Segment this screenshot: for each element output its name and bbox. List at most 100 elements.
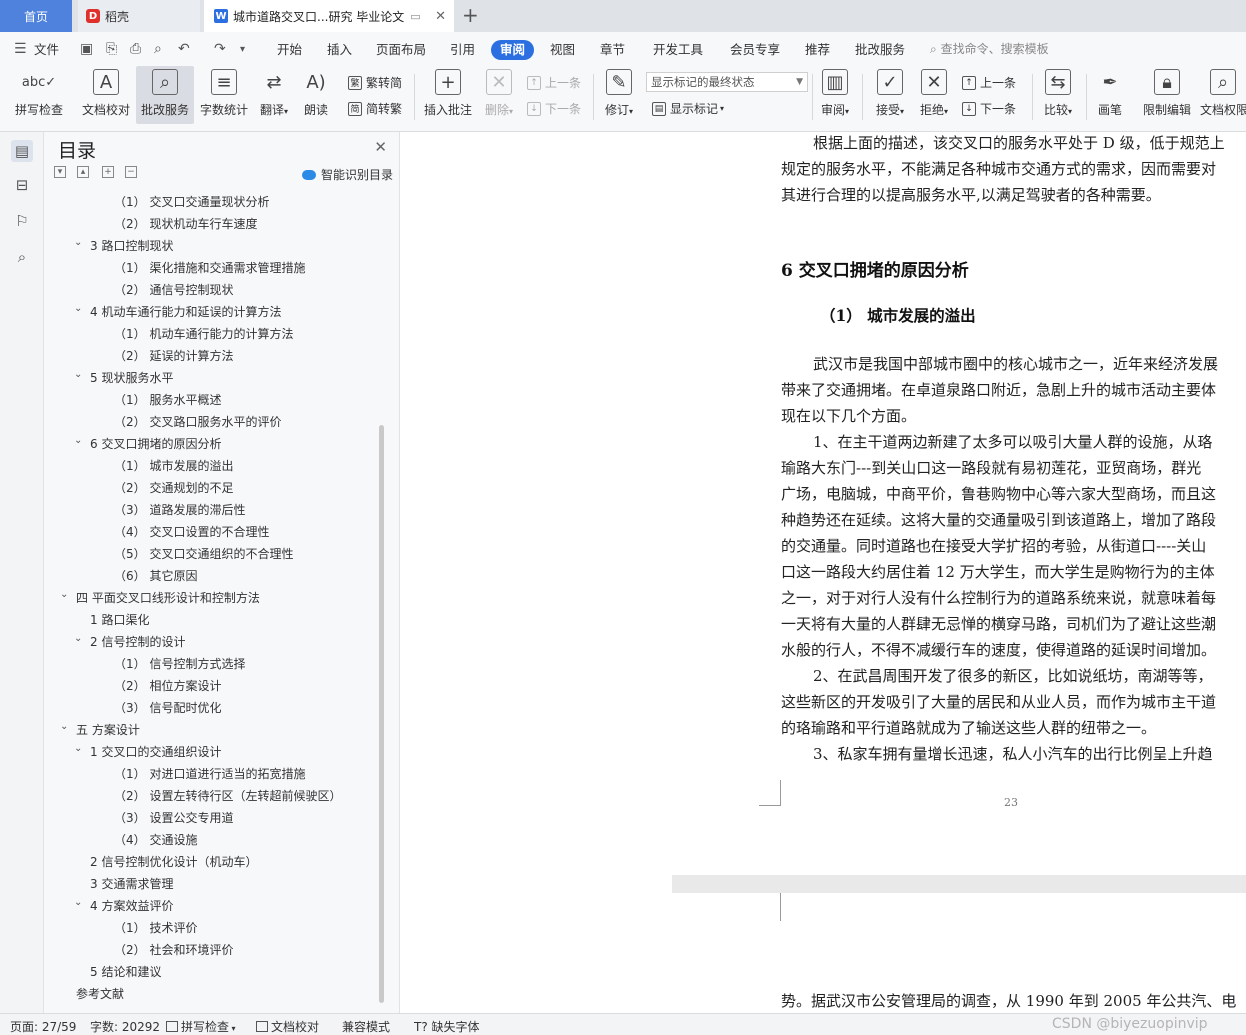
close-icon[interactable]: ✕ xyxy=(374,138,387,156)
smart-toc-button[interactable]: 智能识别目录 xyxy=(302,166,393,183)
screen-icon[interactable]: ▭ xyxy=(410,10,420,23)
show-markup-dropdown-icon: ▾ xyxy=(720,104,725,113)
menu-start[interactable]: 开始 xyxy=(277,40,302,60)
word-count-button[interactable]: ≡ 字数统计 xyxy=(198,66,250,124)
chevron-down-icon[interactable]: ⌄ xyxy=(74,233,86,253)
correction-service-button[interactable]: ⌕ 批改服务 xyxy=(136,66,194,124)
menu-reference[interactable]: 引用 xyxy=(450,40,475,60)
compare-button[interactable]: ⇆ 比较▾ xyxy=(1038,66,1078,124)
status-doc-proof[interactable]: 文档校对 xyxy=(256,1018,319,1035)
hamburger-icon[interactable]: ☰ xyxy=(14,41,27,57)
remove-heading-icon[interactable]: − xyxy=(125,166,137,178)
toc-item-label: （3） 信号配时优化 xyxy=(114,701,222,715)
menu-recommend[interactable]: 推荐 xyxy=(805,40,830,60)
next-comment-button[interactable]: ↓ 下一条 xyxy=(527,100,581,117)
menu-page-layout[interactable]: 页面布局 xyxy=(376,40,426,60)
menu-file[interactable]: 文件 xyxy=(34,40,59,60)
print-icon[interactable]: ⎙ xyxy=(130,41,141,57)
chevron-down-icon[interactable]: ⌄ xyxy=(74,739,86,759)
revise-button[interactable]: ✎ 修订▾ xyxy=(600,66,638,124)
trad-to-simp-button[interactable]: 繁繁转简 xyxy=(348,74,402,91)
tab-document-label: 城市道路交叉口...研究 毕业论文 xyxy=(233,9,405,24)
menu-correction[interactable]: 批改服务 xyxy=(855,40,905,60)
delete-comment-button[interactable]: ✕ 删除▾ xyxy=(480,66,518,124)
navigation-tree-icon[interactable]: ⊟ xyxy=(11,174,33,196)
show-markup-button[interactable]: ▤ 显示标记 ▾ xyxy=(652,100,724,117)
translate-button[interactable]: ⇄ 翻译▾ xyxy=(254,66,294,124)
reject-label: 拒绝▾ xyxy=(920,101,948,118)
tab-home[interactable]: 首页 xyxy=(0,0,72,32)
spell-check-label: 拼写检查 xyxy=(14,103,63,117)
document-canvas[interactable]: 根据上面的描述，该交叉口的服务水平处于 D 级，低于规范上 规定的服务水平，不能满… xyxy=(672,132,1246,1013)
prev-comment-button[interactable]: ↑ 上一条 xyxy=(527,74,581,91)
close-tab-icon[interactable]: ✕ xyxy=(435,9,446,24)
review-pane-button[interactable]: ▥ 审阅▾ xyxy=(816,66,854,124)
menu-review[interactable]: 审阅 xyxy=(491,40,535,60)
status-spell-check[interactable]: 拼写检查 ▾ xyxy=(166,1018,236,1035)
chevron-down-icon: ▼ xyxy=(796,77,803,87)
menu-member[interactable]: 会员专享 xyxy=(730,40,780,60)
doc-proof-icon: A xyxy=(93,69,119,95)
next-revision-button[interactable]: ↓ 下一条 xyxy=(962,100,1016,117)
spell-check-button[interactable]: abc✓ 拼写检查 xyxy=(8,66,70,124)
tab-document[interactable]: W 城市道路交叉口...研究 毕业论文 ▭ ✕ xyxy=(204,0,454,32)
undo-icon[interactable]: ↶ xyxy=(178,41,190,57)
doc-permission-button[interactable]: ⌕ 文档权限 xyxy=(1200,66,1246,124)
chevron-down-icon[interactable]: ⌄ xyxy=(60,585,72,605)
export-icon[interactable]: ⎘ xyxy=(106,41,117,57)
prev-revision-button[interactable]: ↑ 上一条 xyxy=(962,74,1016,91)
preview-icon[interactable]: ⌕ xyxy=(154,41,162,57)
document-line: 带来了交通拥堵。在卓道泉路口附近，急剧上升的城市活动主要体 xyxy=(781,381,1217,399)
toc-item-label: 5 现状服务水平 xyxy=(90,371,174,385)
menu-dev-tools[interactable]: 开发工具 xyxy=(653,40,703,60)
ribbon-divider xyxy=(812,74,813,120)
toc-item-label: （4） 交通设施 xyxy=(114,833,198,847)
prev-revision-label: 上一条 xyxy=(980,76,1017,90)
chevron-down-icon[interactable]: ⌄ xyxy=(74,299,86,319)
restrict-edit-button[interactable]: 🔒︎ 限制编辑 xyxy=(1140,66,1194,124)
expand-all-icon[interactable]: ▴ xyxy=(77,166,89,178)
toc-item-label: （2） 社会和环境评价 xyxy=(114,943,234,957)
tab-daoke[interactable]: D 稻壳 xyxy=(78,0,200,32)
new-tab-icon[interactable]: + xyxy=(462,4,479,26)
tab-daoke-label: 稻壳 xyxy=(105,9,130,24)
word-count-icon: ≡ xyxy=(211,69,237,95)
markup-display-select[interactable]: 显示标记的最终状态 ▼ xyxy=(646,72,808,92)
next-revision-label: 下一条 xyxy=(980,102,1017,116)
add-heading-icon[interactable]: + xyxy=(102,166,114,178)
redo-icon[interactable]: ↷ xyxy=(214,41,226,57)
doc-proof-button[interactable]: A 文档校对 xyxy=(78,66,134,124)
reject-button[interactable]: ✕ 拒绝▾ xyxy=(914,66,954,124)
more-chevron-icon[interactable]: ▾ xyxy=(240,44,245,55)
menu-chapter[interactable]: 章节 xyxy=(600,40,625,60)
collapse-all-icon[interactable]: ▾ xyxy=(54,166,66,178)
doc-permission-icon: ⌕ xyxy=(1210,69,1236,95)
chevron-down-icon[interactable]: ⌄ xyxy=(74,365,86,385)
document-page[interactable]: 根据上面的描述，该交叉口的服务水平处于 D 级，低于规范上 规定的服务水平，不能满… xyxy=(672,132,1246,875)
menu-insert[interactable]: 插入 xyxy=(327,40,352,60)
chevron-down-icon[interactable]: ⌄ xyxy=(60,717,72,737)
accept-button[interactable]: ✓ 接受▾ xyxy=(870,66,910,124)
page-corner-mark xyxy=(759,780,781,806)
bookmark-icon[interactable]: ⚐ xyxy=(11,210,33,232)
toc-icon[interactable]: ▤ xyxy=(11,140,33,162)
missing-font-button[interactable]: T? 缺失字体 xyxy=(414,1018,480,1035)
trad-to-simp-icon: 繁 xyxy=(348,75,362,90)
command-search[interactable]: ⌕ 查找命令、搜索模板 xyxy=(930,40,1049,57)
ribbon-divider xyxy=(1032,74,1033,120)
pen-button[interactable]: ✒ 画笔 xyxy=(1092,66,1128,124)
search-icon[interactable]: ⌕ xyxy=(11,246,33,268)
document-page-next[interactable]: 势。据武汉市公安管理局的调查，从 1990 年到 2005 年公共汽、电 xyxy=(672,893,1246,1013)
word-count[interactable]: 字数: 20292 xyxy=(90,1018,160,1035)
chevron-down-icon[interactable]: ⌄ xyxy=(74,431,86,451)
toc-scrollbar[interactable] xyxy=(379,425,384,1003)
chevron-down-icon[interactable]: ⌄ xyxy=(74,629,86,649)
toc-item-label: 参考文献 xyxy=(76,987,125,1001)
chevron-down-icon[interactable]: ⌄ xyxy=(74,893,86,913)
save-icon[interactable]: ▣ xyxy=(80,41,93,57)
read-aloud-button[interactable]: A) 朗读 xyxy=(298,66,334,124)
simp-to-trad-button[interactable]: 简简转繁 xyxy=(348,100,402,117)
page-indicator[interactable]: 页面: 27/59 xyxy=(10,1018,76,1035)
menu-view[interactable]: 视图 xyxy=(550,40,575,60)
insert-comment-button[interactable]: + 插入批注 xyxy=(422,66,474,124)
